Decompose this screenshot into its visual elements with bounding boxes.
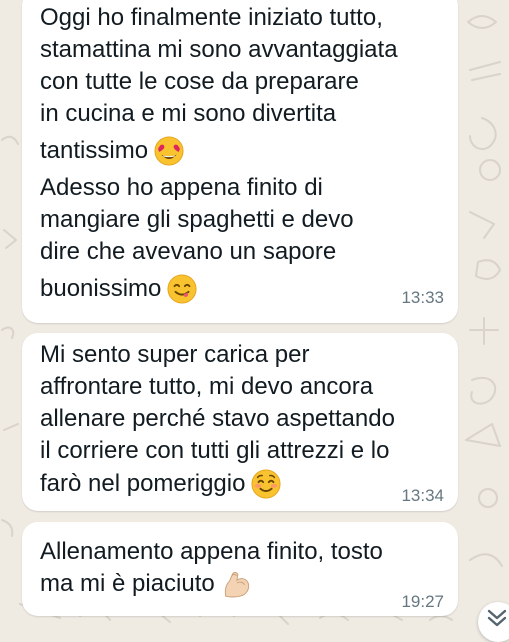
message-line: con tutte le cose da preparare: [40, 68, 359, 95]
flexed-biceps-emoji-icon: [224, 572, 249, 598]
heart-eyes-emoji-icon: [154, 136, 184, 166]
message-line-with-emoji: ma mi è piaciuto: [40, 568, 251, 600]
message-line-with-emoji: tantissimo: [40, 135, 184, 167]
message-text: ma mi è piaciuto: [40, 570, 215, 597]
message-line-with-emoji: farò nel pomeriggio: [40, 468, 281, 500]
message-line: il corriere con tutti gli attrezzi e lo: [40, 437, 390, 464]
message-bubble-1[interactable]: Oggi ho finalmente iniziato tutto, stama…: [22, 0, 458, 323]
message-line: Allenamento appena finito, tosto: [40, 538, 383, 565]
message-text: farò nel pomeriggio: [40, 470, 246, 497]
smiling-blush-emoji-icon: [251, 469, 281, 499]
message-line: allenare perché stavo aspettando: [40, 405, 395, 432]
message-line: Adesso ho appena finito di: [40, 174, 323, 201]
message-line: affrontare tutto, mi devo ancora: [40, 373, 374, 400]
message-text: tantissimo: [40, 137, 149, 164]
message-line: mangiare gli spaghetti e devo: [40, 206, 354, 233]
message-bubble-3[interactable]: Allenamento appena finito, tosto ma mi è…: [22, 522, 458, 616]
message-line: Oggi ho finalmente iniziato tutto,: [40, 4, 383, 31]
message-line: Mi sento super carica per: [40, 341, 310, 368]
yum-face-emoji-icon: [167, 274, 197, 304]
message-bubble-2[interactable]: Mi sento super carica per affrontare tut…: [22, 333, 458, 511]
message-line: stamattina mi sono avvantaggiata: [40, 36, 398, 63]
message-line-with-emoji: buonissimo: [40, 273, 197, 305]
message-text: buonissimo: [40, 275, 162, 302]
message-timestamp: 13:34: [401, 486, 444, 505]
message-timestamp: 13:33: [401, 288, 444, 307]
chevron-down-icon: [487, 609, 507, 627]
message-line: dire che avevano un sapore: [40, 238, 337, 265]
message-line: in cucina e mi sono divertita: [40, 100, 337, 127]
scroll-to-bottom-button[interactable]: [478, 602, 509, 642]
message-timestamp: 19:27: [401, 592, 444, 611]
